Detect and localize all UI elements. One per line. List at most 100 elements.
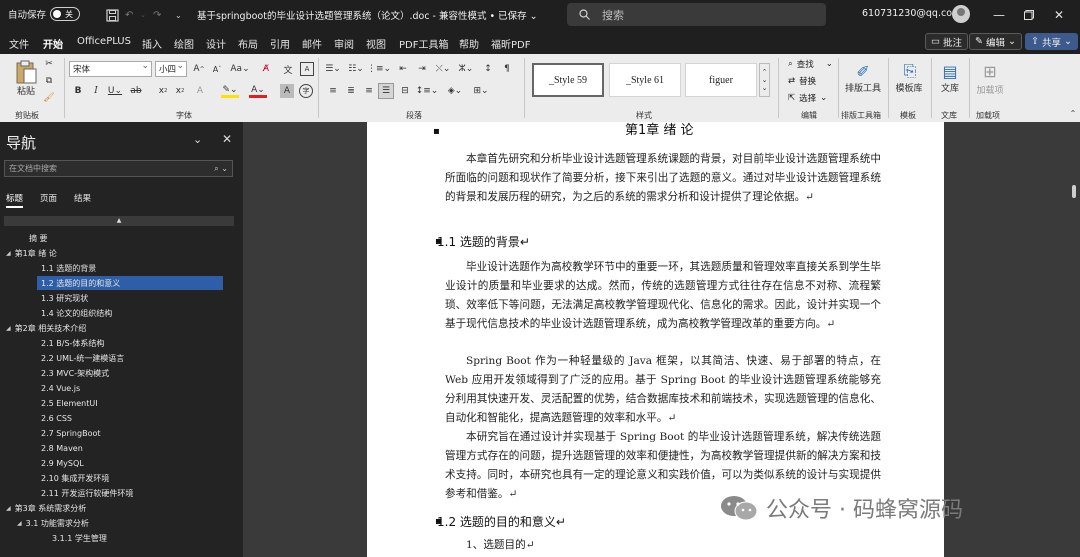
shading-icon[interactable]: ◈⌄ [446, 84, 464, 98]
add-ins-icon[interactable]: ⊞ [978, 59, 1002, 83]
search-box[interactable]: 搜索 [567, 3, 826, 26]
tab-draw[interactable]: 绘图 [174, 36, 194, 51]
multilevel-list-icon[interactable]: ⋮≡⌄ [367, 62, 391, 76]
nav-heading-item[interactable]: ◢ 第1章 绪 论 [6, 246, 57, 260]
chevron-down-icon[interactable]: ⌄ [193, 133, 202, 146]
superscript-icon[interactable]: x2 [174, 84, 186, 98]
document-title[interactable]: 基于springboot的毕业设计选题管理系统（论文）.doc - 兼容性模式 … [197, 8, 538, 22]
phonetic-guide-icon[interactable]: 文 [280, 62, 296, 76]
account-name[interactable]: 610731230@qq.com [862, 8, 961, 19]
decrease-indent-icon[interactable]: ⇤ [396, 62, 410, 76]
tab-headings[interactable]: 标题 [6, 192, 24, 208]
collapse-ribbon-icon[interactable]: ⌃ [1068, 108, 1078, 118]
tab-view[interactable]: 视图 [366, 36, 386, 51]
tab-file[interactable]: 文件 [9, 36, 29, 51]
numbering-icon[interactable]: ☷⌄ [347, 62, 365, 76]
clear-formatting-icon[interactable]: A̸ [258, 62, 274, 76]
nav-heading-item[interactable]: 3.1.1 学生管理 [52, 531, 107, 545]
style-item[interactable]: figuer [685, 63, 757, 97]
library-icon[interactable]: ▤ [937, 59, 963, 83]
nav-heading-item[interactable]: ◢ 3.1 功能需求分析 [17, 516, 89, 530]
nav-heading-item[interactable]: 2.6 CSS [41, 411, 72, 425]
font-size-select[interactable]: 小四 [155, 61, 187, 77]
sort-icon[interactable]: ↕ [481, 62, 495, 76]
nav-heading-item[interactable]: 2.10 集成开发环境 [41, 471, 109, 485]
style-item[interactable]: _Style 59 [532, 63, 604, 97]
maximize-icon[interactable] [1019, 5, 1039, 25]
enclose-characters-icon[interactable]: 字 [299, 84, 313, 98]
select-button[interactable]: ⇱ 选择 ⌄ [788, 92, 827, 104]
tab-pdf-toolbox[interactable]: PDF工具箱 [399, 36, 448, 51]
nav-heading-item[interactable]: ◢ 第2章 相关技术介绍 [6, 321, 86, 335]
nav-heading-item[interactable]: 2.4 Vue.js [41, 381, 80, 395]
bullets-icon[interactable]: ☰⌄ [324, 62, 342, 76]
nav-heading-item[interactable]: 2.11 开发运行软硬件环境 [41, 486, 133, 500]
nav-heading-item[interactable]: 2.1 B/S-体系结构 [41, 336, 104, 350]
cut-icon[interactable]: ✂ [42, 57, 56, 71]
tab-design[interactable]: 设计 [206, 36, 226, 51]
replace-button[interactable]: ⇄ 替换 [788, 75, 816, 87]
close-icon[interactable]: ✕ [222, 132, 232, 146]
show-marks-icon[interactable]: ¶ [500, 62, 514, 76]
justify-icon[interactable]: ☰ [378, 83, 394, 99]
tab-references[interactable]: 引用 [270, 36, 290, 51]
nav-heading-item[interactable]: ◢ 第3章 系统需求分析 [6, 501, 86, 515]
align-center-icon[interactable]: ≣ [344, 84, 358, 98]
grow-font-icon[interactable]: A ^ [192, 62, 206, 76]
template-library-icon[interactable]: ⎘ [897, 59, 923, 83]
tab-review[interactable]: 审阅 [334, 36, 354, 51]
italic-icon[interactable]: I [90, 84, 102, 98]
borders-icon[interactable]: ⊞⌄ [472, 84, 490, 98]
increase-indent-icon[interactable]: ⇥ [415, 62, 429, 76]
nav-heading-item[interactable]: 2.2 UML-统一建模语言 [41, 351, 124, 365]
expand-arrow-icon[interactable]: ◢ [6, 505, 11, 512]
tab-results[interactable]: 结果 [74, 192, 91, 204]
comment-button[interactable]: ▭ 批注 [925, 33, 968, 50]
tab-insert[interactable]: 插入 [142, 36, 162, 51]
underline-icon[interactable]: U⌄ [107, 84, 123, 98]
nav-search-input[interactable]: 在文档中搜索 ⌕ ⌄ [4, 160, 233, 177]
undo-icon[interactable]: ↶ [125, 7, 133, 23]
close-icon[interactable]: ✕ [1049, 5, 1069, 25]
share-button[interactable]: ⇪ 共享 ⌄ [1025, 33, 1078, 50]
redo-icon[interactable]: ↷ [153, 7, 161, 23]
nav-heading-item[interactable]: 2.3 MVC-架构模式 [41, 366, 109, 380]
text-effects-icon[interactable]: A [193, 84, 207, 98]
distributed-icon[interactable]: ⊟ [398, 84, 412, 98]
nav-heading-item[interactable]: 2.9 MySQL [41, 456, 84, 470]
align-left-icon[interactable]: ≡ [326, 84, 340, 98]
tab-mailings[interactable]: 邮件 [302, 36, 322, 51]
nav-heading-item[interactable]: 1.1 选题的背景 [41, 261, 96, 275]
save-icon[interactable] [106, 7, 119, 23]
character-shading-icon[interactable]: A [280, 84, 294, 98]
line-spacing-icon[interactable]: ↕≡⌄ [416, 84, 439, 98]
tab-home[interactable]: 开始 [43, 36, 63, 56]
format-painter-icon[interactable]: 🖌 [42, 91, 56, 105]
asian-layout-icon[interactable]: ⵣ⌄ [457, 62, 475, 76]
nav-heading-item[interactable]: 1.4 论文的组织结构 [41, 306, 112, 320]
font-name-select[interactable]: 宋体 [69, 61, 152, 77]
style-item[interactable]: _Style 61 [609, 63, 681, 97]
shrink-font-icon[interactable]: Aˇ [210, 62, 224, 76]
subscript-icon[interactable]: x2 [157, 84, 169, 98]
strikethrough-icon[interactable]: ab [130, 84, 142, 98]
nav-heading-item[interactable]: 1.2 选题的目的和意义 [37, 276, 223, 290]
nav-collapse-bar[interactable]: ▲ [4, 216, 234, 226]
nav-heading-item[interactable]: 摘 要 [29, 231, 48, 245]
font-color-icon[interactable]: A⌄ [249, 84, 267, 98]
highlight-icon[interactable]: ✎⌄ [221, 84, 239, 98]
tab-pages[interactable]: 页面 [40, 192, 57, 204]
tab-layout[interactable]: 布局 [238, 36, 258, 51]
undo-dropdown-icon[interactable]: ⌄ [140, 7, 146, 23]
edit-mode-button[interactable]: ✎ 编辑 ⌄ [969, 33, 1022, 50]
tab-officeplus[interactable]: OfficePLUS [77, 36, 131, 47]
align-right-icon[interactable]: ≡ [362, 84, 376, 98]
bold-icon[interactable]: B [72, 84, 84, 98]
expand-arrow-icon[interactable]: ◢ [6, 250, 11, 257]
avatar[interactable] [952, 5, 970, 23]
chinese-layout-icon[interactable]: ⤬⌄ [434, 62, 452, 76]
customize-toolbar-icon[interactable]: ⌄ [175, 7, 182, 23]
change-case-icon[interactable]: Aa⌄ [229, 62, 251, 76]
paste-icon[interactable] [12, 58, 40, 86]
nav-heading-item[interactable]: 2.5 ElementUI [41, 396, 98, 410]
